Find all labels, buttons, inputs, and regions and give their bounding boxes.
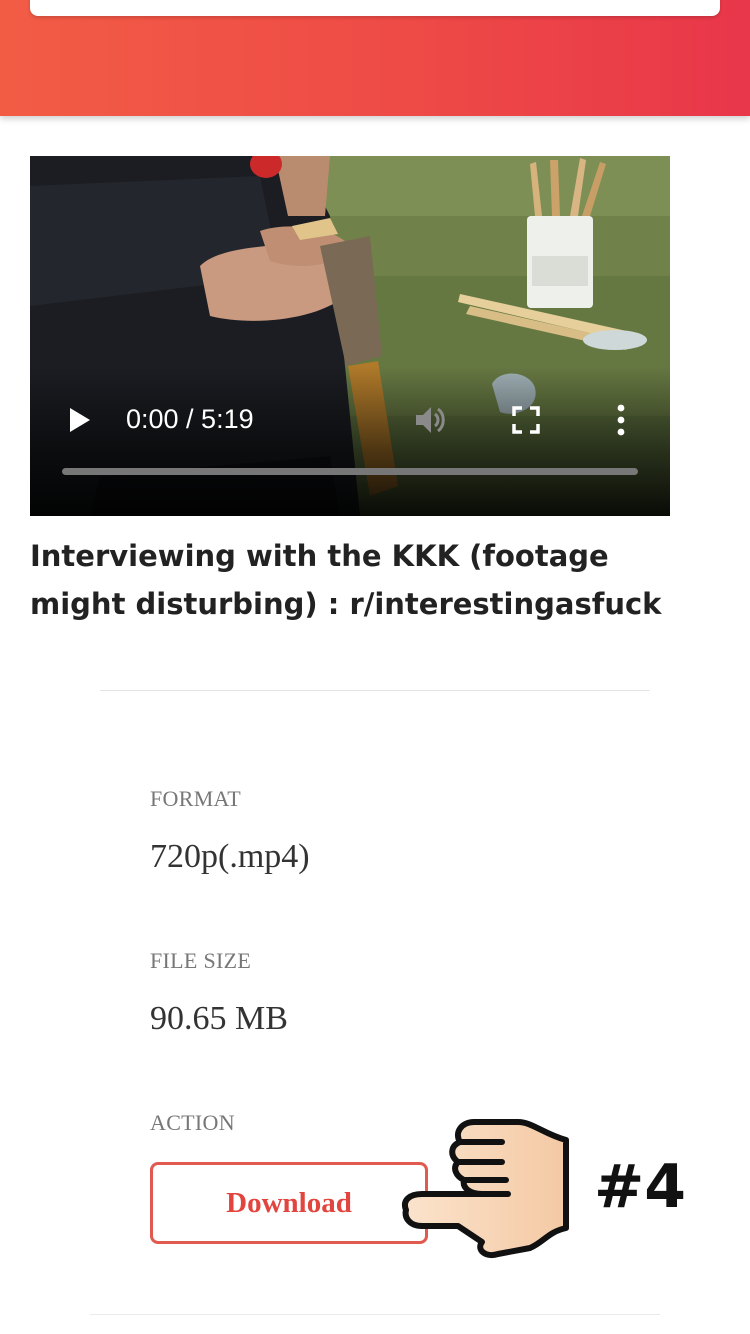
bottom-divider (90, 1314, 660, 1315)
top-header-bar (0, 0, 750, 116)
step-marker: #4 (594, 1152, 687, 1222)
pointing-hand-icon (402, 1119, 569, 1258)
search-box[interactable] (30, 0, 720, 16)
volume-icon[interactable] (412, 402, 448, 438)
play-icon[interactable] (68, 406, 92, 434)
video-progress-bar[interactable] (62, 468, 638, 475)
section-divider (100, 690, 650, 691)
video-title: Interviewing with the KKK (footage might… (30, 539, 662, 621)
controls-overlay (30, 366, 670, 516)
action-label: ACTION (150, 1110, 235, 1135)
file-size-value: 90.65 MB (150, 1000, 288, 1037)
more-vert-icon[interactable] (613, 404, 629, 436)
format-value: 720p(.mp4) (150, 838, 310, 875)
video-time-display: 0:00 / 5:19 (126, 404, 254, 434)
format-label: FORMAT (150, 786, 242, 811)
download-button[interactable]: Download (150, 1162, 428, 1244)
fullscreen-icon[interactable] (512, 406, 540, 434)
video-player[interactable]: 0:00 / 5:19 (30, 156, 670, 516)
file-size-label: FILE SIZE (150, 948, 252, 973)
